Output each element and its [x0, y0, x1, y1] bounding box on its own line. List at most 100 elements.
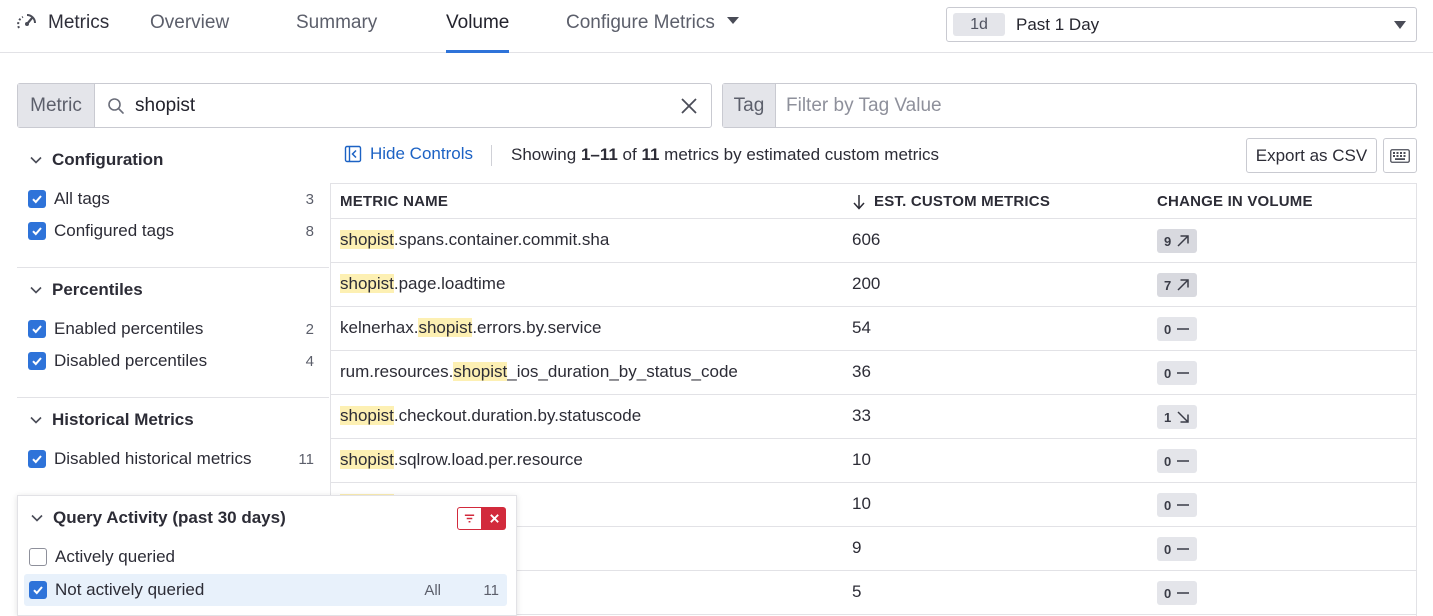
- trend-flat-icon: [1177, 460, 1190, 462]
- filter-row-not-actively-queried[interactable]: Not actively queried All 11: [18, 577, 516, 603]
- tab-volume[interactable]: Volume: [446, 12, 510, 53]
- metric-name-post: .checkout.duration.by.statuscode: [393, 406, 642, 425]
- metric-search[interactable]: Metric shopist: [17, 83, 712, 128]
- chevron-down-icon: [30, 416, 42, 424]
- section-header-query-activity[interactable]: Query Activity (past 30 days): [18, 506, 286, 530]
- checkbox-icon[interactable]: [29, 581, 47, 599]
- filter-row-disabled-percentiles[interactable]: Disabled percentiles 4: [17, 348, 329, 374]
- trend-up-icon: [1177, 235, 1189, 247]
- chevron-down-icon: [30, 286, 42, 294]
- results-summary: Showing 1–11 of 11 metrics by estimated …: [511, 145, 939, 165]
- export-csv-button[interactable]: Export as CSV: [1246, 138, 1377, 173]
- filter-label: Not actively queried: [55, 580, 205, 599]
- column-header-change-in-volume[interactable]: CHANGE IN VOLUME: [1157, 193, 1313, 210]
- checkbox-icon[interactable]: [28, 190, 46, 208]
- column-header-metric-name[interactable]: METRIC NAME: [340, 193, 448, 210]
- select-all-link[interactable]: All: [424, 582, 441, 599]
- metric-name-cell[interactable]: shopist.page.loadtime: [340, 274, 505, 294]
- divider: [17, 267, 329, 268]
- trend-flat-icon: [1177, 548, 1190, 550]
- metric-name-cell[interactable]: shopist.spans.container.commit.sha: [340, 230, 609, 250]
- search-highlight: shopist: [418, 318, 473, 337]
- change-volume-badge: 0: [1157, 317, 1198, 341]
- metric-name-cell[interactable]: kelnerhax.shopist.errors.by.service: [340, 318, 601, 338]
- filter-label: Configured tags: [54, 221, 175, 240]
- table-row[interactable]: kelnerhax.shopist.errors.by.service 54 0: [331, 307, 1416, 351]
- change-volume-badge: 1: [1157, 405, 1198, 429]
- table-row[interactable]: shopist.spans.container.commit.sha 606 9: [331, 219, 1416, 263]
- trend-down-icon: [1177, 411, 1189, 423]
- change-value: 0: [1164, 541, 1172, 557]
- change-volume-badge: 9: [1157, 229, 1198, 253]
- hide-controls-button[interactable]: Hide Controls: [344, 144, 473, 164]
- change-value: 0: [1164, 453, 1172, 469]
- search-highlight: shopist: [340, 274, 394, 293]
- tag-filter-input[interactable]: [786, 84, 1386, 127]
- table-row[interactable]: shopist.checkout.duration.by.statuscode 3…: [331, 395, 1416, 439]
- time-range-picker[interactable]: 1d Past 1 Day: [946, 7, 1417, 42]
- close-icon[interactable]: [680, 97, 698, 115]
- search-icon: [108, 98, 124, 114]
- section-title: Configuration: [52, 150, 164, 169]
- metrics-logo-icon: [17, 14, 36, 29]
- section-header-historical-metrics[interactable]: Historical Metrics: [17, 408, 194, 432]
- section-title: Historical Metrics: [52, 410, 194, 429]
- metric-name-cell[interactable]: shopist.sqlrow.load.per.resource: [340, 450, 583, 470]
- filter-label: All tags: [54, 189, 110, 208]
- table-row[interactable]: rum.resources.shopist_ios_duration_by_st…: [331, 351, 1416, 395]
- brand[interactable]: Metrics: [16, 12, 109, 34]
- keyboard-shortcuts-button[interactable]: [1383, 138, 1417, 173]
- filter-row-configured-tags[interactable]: Configured tags 8: [17, 218, 329, 244]
- filter-count: 8: [305, 222, 314, 240]
- est-custom-metrics-cell: 10: [852, 450, 871, 469]
- checkbox-icon[interactable]: [28, 222, 46, 240]
- tab-configure-metrics-label: Configure Metrics: [566, 12, 715, 33]
- checkbox-icon[interactable]: [29, 548, 47, 566]
- table-row[interactable]: shopist.page.loadtime 200 7: [331, 263, 1416, 307]
- column-header-est-custom-metrics[interactable]: EST. CUSTOM METRICS: [852, 193, 1050, 210]
- filter-row-enabled-percentiles[interactable]: Enabled percentiles 2: [17, 316, 329, 342]
- metric-name-post: .errors.by.service: [472, 318, 602, 337]
- est-custom-metrics-cell: 54: [852, 318, 871, 337]
- column-header-label: EST. CUSTOM METRICS: [874, 193, 1051, 210]
- query-activity-panel: Query Activity (past 30 days) Actively q…: [17, 495, 517, 616]
- checkbox-icon[interactable]: [28, 450, 46, 468]
- section-title: Query Activity (past 30 days): [53, 508, 286, 527]
- sort-down-icon: [853, 194, 865, 210]
- metric-name-cell[interactable]: shopist.checkout.duration.by.statuscode: [340, 406, 641, 426]
- trend-flat-icon: [1177, 504, 1190, 506]
- tab-summary[interactable]: Summary: [296, 12, 377, 53]
- tag-search[interactable]: Tag: [722, 83, 1417, 128]
- summary-suffix: metrics by estimated custom metrics: [659, 145, 940, 164]
- tab-overview[interactable]: Overview: [150, 12, 229, 53]
- metric-name-cell[interactable]: rum.resources.shopist_ios_duration_by_st…: [340, 362, 738, 382]
- checkbox-icon[interactable]: [28, 352, 46, 370]
- keyboard-icon: [1390, 148, 1410, 163]
- est-custom-metrics-cell: 33: [852, 406, 871, 425]
- table-row[interactable]: shopist.sqlrow.load.per.resource 10 0: [331, 439, 1416, 483]
- est-custom-metrics-cell: 200: [852, 274, 881, 293]
- search-highlight: shopist: [453, 362, 508, 381]
- close-icon[interactable]: [482, 507, 506, 530]
- metric-name-post: .sqlrow.load.per.resource: [393, 450, 583, 469]
- filter-count: 11: [483, 581, 499, 599]
- summary-range: 1–11: [580, 145, 618, 164]
- tab-configure-metrics[interactable]: Configure Metrics: [566, 12, 739, 53]
- section-header-configuration[interactable]: Configuration: [17, 148, 163, 172]
- time-range-label: Past 1 Day: [1016, 14, 1100, 34]
- change-value: 0: [1164, 321, 1172, 337]
- filter-icon[interactable]: [457, 507, 482, 530]
- change-volume-badge: 0: [1157, 449, 1198, 473]
- section-title: Percentiles: [52, 280, 143, 299]
- filter-row-disabled-historical-metrics[interactable]: Disabled historical metrics 11: [17, 446, 329, 472]
- chevron-down-icon[interactable]: [1394, 21, 1406, 29]
- filter-row-actively-queried[interactable]: Actively queried: [18, 544, 516, 570]
- checkbox-icon[interactable]: [28, 320, 46, 338]
- est-custom-metrics-cell: 10: [852, 494, 871, 513]
- change-value: 0: [1164, 365, 1172, 381]
- metric-name-post: _ios_duration_by_status_code: [507, 362, 738, 381]
- filter-row-all-tags[interactable]: All tags 3: [17, 186, 329, 212]
- metric-name-pre: rum.resources.: [340, 362, 454, 381]
- metric-search-input[interactable]: shopist: [135, 95, 195, 127]
- section-header-percentiles[interactable]: Percentiles: [17, 278, 143, 302]
